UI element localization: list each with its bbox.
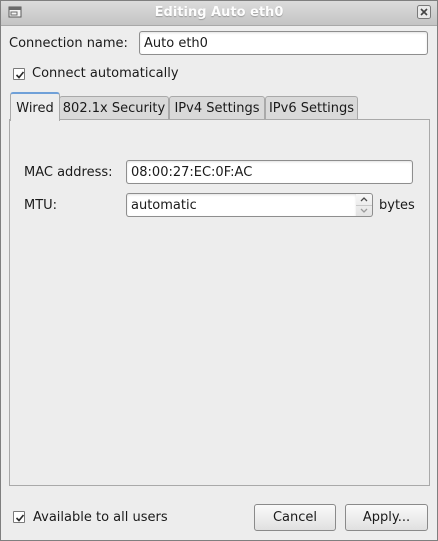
tab-wired[interactable]: Wired <box>10 92 60 121</box>
tab-ipv6-settings-label: IPv6 Settings <box>268 101 355 116</box>
tab-802-1x-security-label: 802.1x Security <box>62 101 166 116</box>
dialog-window: Editing Auto eth0 Connection name: Conne… <box>0 0 438 541</box>
tab-ipv4-settings-label: IPv4 Settings <box>174 101 260 116</box>
chevron-down-icon[interactable] <box>356 205 372 216</box>
check-icon <box>15 71 25 79</box>
title-bar[interactable]: Editing Auto eth0 <box>1 1 437 26</box>
tab-ipv4-settings[interactable]: IPv4 Settings <box>169 96 265 120</box>
connect-automatically-label[interactable]: Connect automatically <box>32 66 179 81</box>
cancel-button[interactable]: Cancel <box>254 504 336 531</box>
tab-ipv6-settings[interactable]: IPv6 Settings <box>265 96 358 120</box>
mtu-input[interactable] <box>126 193 357 217</box>
check-icon <box>15 514 25 522</box>
available-to-all-users-label[interactable]: Available to all users <box>33 510 168 525</box>
apply-button[interactable]: Apply... <box>345 504 428 531</box>
close-icon[interactable] <box>417 5 431 19</box>
connection-name-label: Connection name: <box>9 36 128 51</box>
connection-name-input[interactable] <box>139 31 428 55</box>
mac-address-input[interactable] <box>126 160 413 184</box>
mtu-label: MTU: <box>24 198 58 213</box>
mac-address-label: MAC address: <box>24 165 113 180</box>
tab-wired-label: Wired <box>16 101 54 116</box>
mtu-unit-label: bytes <box>379 198 415 213</box>
available-to-all-users-checkbox[interactable] <box>13 511 25 523</box>
apply-button-label: Apply... <box>362 510 411 525</box>
connect-automatically-checkbox[interactable] <box>13 68 25 80</box>
cancel-button-label: Cancel <box>272 510 318 525</box>
mtu-spinner[interactable] <box>356 193 373 217</box>
tab-802-1x-security[interactable]: 802.1x Security <box>59 96 169 120</box>
window-title: Editing Auto eth0 <box>154 5 284 20</box>
